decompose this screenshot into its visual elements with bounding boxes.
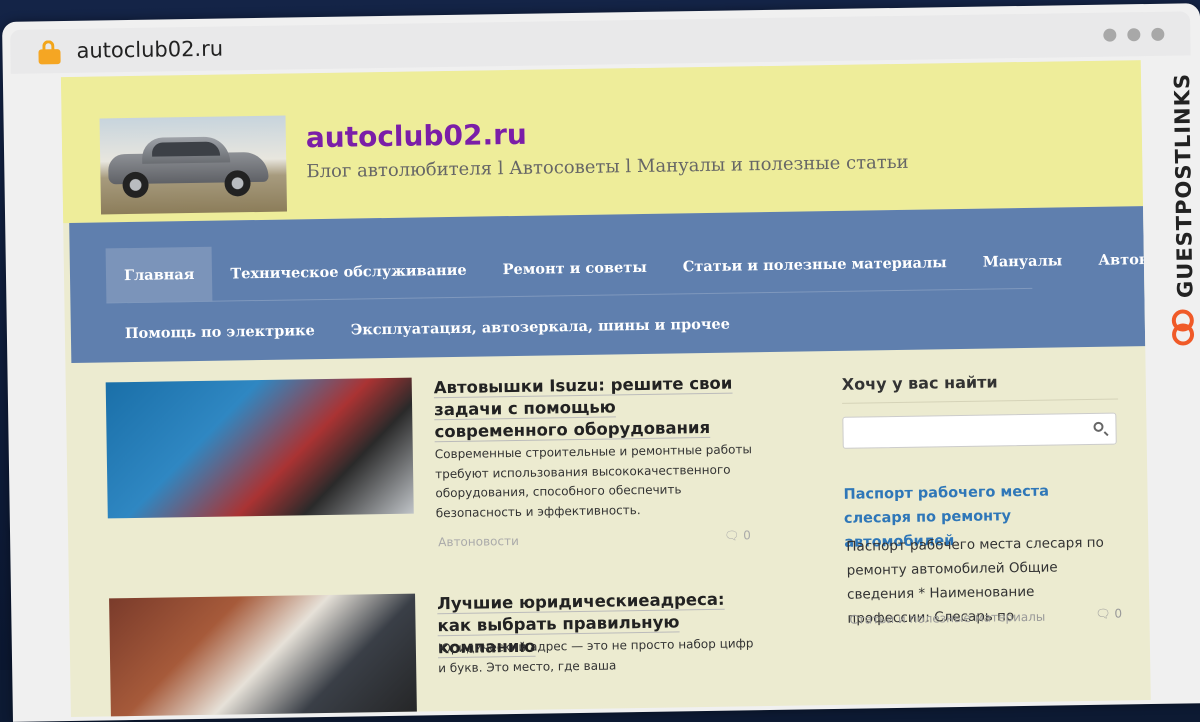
window-dot-icon[interactable]: [1103, 27, 1117, 42]
nav-item-maintenance[interactable]: Техническое обслуживание: [212, 242, 485, 301]
post-thumbnail[interactable]: [109, 593, 418, 718]
brand-name: GUESTPOSTLINKS: [1169, 72, 1198, 299]
web-page: autoclub02.ru Блог автолюбителя l Автосо…: [60, 60, 1151, 718]
featured-comment-count: 0: [1114, 606, 1123, 621]
search-icon[interactable]: [1093, 421, 1104, 432]
guestpostlinks-brand: GUESTPOSTLINKS: [1163, 59, 1200, 359]
window-dot-icon[interactable]: [1127, 27, 1141, 41]
post-excerpt: Современные строительные и ремонтные раб…: [434, 442, 753, 520]
nav-item-autonews[interactable]: Автоновости: [1080, 231, 1151, 288]
post-excerpt: Юридический адрес — это не просто набор …: [437, 636, 754, 675]
post-thumbnail[interactable]: [105, 377, 414, 519]
site-description: Блог автолюбителя l Автосоветы l Мануалы…: [306, 151, 909, 183]
url-text[interactable]: autoclub02.ru: [76, 37, 223, 63]
nav-item-repair[interactable]: Ремонт и советы: [484, 240, 665, 298]
main-navigation: Главная Техническое обслуживание Ремонт …: [69, 206, 1151, 363]
site-title[interactable]: autoclub02.ru: [306, 118, 527, 154]
nav-item-operation[interactable]: Эксплуатация, автозеркала, шины и прочее: [332, 296, 748, 358]
post-category[interactable]: Автоновости: [438, 534, 519, 549]
post-title[interactable]: Автовышки Isuzu: решите свои задачи с по…: [434, 373, 735, 444]
post-comments[interactable]: 🗨︎ 0: [724, 528, 751, 542]
browser-window: autoclub02.ru autoclub02.ru Блог автолюб…: [2, 3, 1200, 722]
featured-post-comments[interactable]: 🗨︎ 0: [1095, 606, 1122, 620]
site-logo-image[interactable]: [99, 115, 288, 215]
post-item: Автовышки Isuzu: решите свои задачи с по…: [105, 372, 766, 549]
nav-item-electrics[interactable]: Помощь по электрике: [106, 303, 333, 362]
search-widget-title: Хочу у вас найти: [841, 372, 998, 394]
lock-icon: [38, 40, 61, 65]
widget-divider: [842, 398, 1119, 404]
window-controls: [1103, 27, 1165, 42]
comment-icon: 🗨︎: [724, 528, 740, 543]
window-dot-icon[interactable]: [1151, 27, 1165, 41]
site-header: autoclub02.ru Блог автолюбителя l Автосо…: [60, 60, 1144, 224]
post-comment-count: 0: [743, 528, 751, 543]
content-area: Автовышки Isuzu: решите свои задачи с по…: [65, 346, 1150, 718]
chain-link-icon: [1171, 309, 1195, 346]
post-item: Лучшие юридическиеадреса: как выбрать пр…: [109, 588, 769, 718]
nav-item-home[interactable]: Главная: [105, 246, 213, 304]
search-input[interactable]: [842, 412, 1117, 449]
comment-icon: 🗨︎: [1095, 606, 1111, 621]
nav-item-manuals[interactable]: Мануалы: [964, 233, 1080, 290]
nav-item-articles[interactable]: Статьи и полезные материалы: [664, 235, 965, 295]
